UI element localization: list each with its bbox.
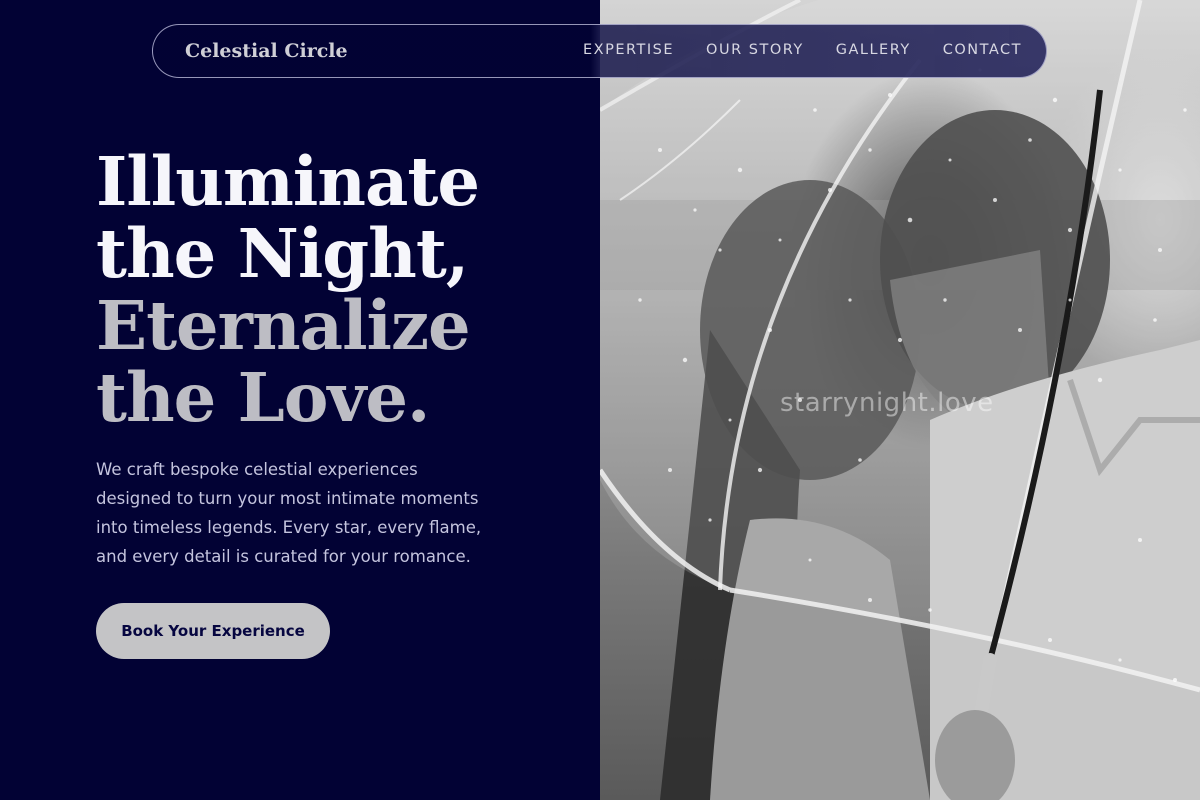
hero-title-line-2: the Night, bbox=[96, 214, 469, 293]
top-navbar: Celestial Circle EXPERTISE OUR STORY GAL… bbox=[152, 24, 1047, 78]
nav-link-contact[interactable]: CONTACT bbox=[943, 42, 1022, 58]
hero-title-line-1: Illuminate bbox=[96, 142, 480, 221]
photo-watermark: starrynight.love bbox=[780, 388, 994, 418]
nav-link-our-story[interactable]: OUR STORY bbox=[706, 42, 804, 58]
hero-title: Illuminate the Night, Eternalize the Lov… bbox=[96, 142, 480, 437]
hero-title-line-3: Eternalize bbox=[96, 286, 471, 365]
nav-link-expertise[interactable]: EXPERTISE bbox=[583, 42, 674, 58]
brand-logo-text[interactable]: Celestial Circle bbox=[185, 40, 348, 62]
book-experience-button[interactable]: Book Your Experience bbox=[96, 603, 330, 659]
nav-links: EXPERTISE OUR STORY GALLERY CONTACT bbox=[583, 42, 1022, 58]
hero-description: We craft bespoke celestial experiences d… bbox=[96, 460, 482, 566]
hero-title-line-4: the Love. bbox=[96, 358, 430, 437]
nav-link-gallery[interactable]: GALLERY bbox=[836, 42, 911, 58]
